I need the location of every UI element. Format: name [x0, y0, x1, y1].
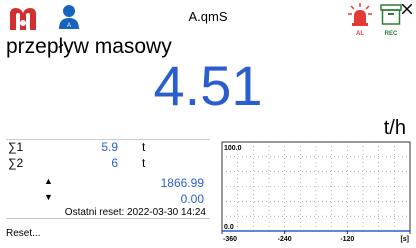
- trend-chart: 100.0 0.0 -360 -240 -120 [s]: [221, 141, 411, 243]
- sum1-row[interactable]: ∑1 5.9 t: [6, 140, 210, 155]
- record-indicator[interactable]: REC: [380, 2, 402, 37]
- x-tick-label: -360: [223, 236, 237, 243]
- sum1-value: 5.9: [101, 140, 118, 154]
- sum2-unit: t: [142, 156, 146, 170]
- reset-button[interactable]: Reset...: [6, 228, 40, 239]
- archive-box-icon: [380, 4, 402, 25]
- measurement-value: 4.51: [153, 54, 263, 117]
- x-tick-label: [s]: [400, 236, 409, 243]
- min-row: ▼ 0.00: [6, 192, 210, 207]
- divider: [6, 218, 210, 219]
- alarm-label: AL: [356, 31, 364, 37]
- max-row: ▲ 1866.99: [6, 176, 210, 191]
- x-tick-label: -240: [278, 236, 292, 243]
- measurement-unit: t/h: [383, 117, 406, 139]
- last-reset-info: Ostatni reset: 2022-03-30 14:24: [64, 207, 206, 218]
- min-value: 0.00: [180, 192, 204, 206]
- y-tick-label: 100.0: [224, 145, 242, 152]
- max-value: 1866.99: [160, 176, 204, 190]
- x-tick-label: -120: [340, 236, 354, 243]
- min-arrow-icon: ▼: [44, 192, 53, 202]
- sum2-row[interactable]: ∑2 6 t: [6, 156, 210, 171]
- max-arrow-icon: ▲: [44, 176, 53, 186]
- y-tick-label: 0.0: [224, 224, 234, 231]
- rec-label: REC: [384, 31, 398, 37]
- alarm-beacon-icon: [348, 3, 372, 26]
- measurement-name: przepływ masowy: [6, 35, 172, 58]
- sum1-unit: t: [142, 140, 146, 154]
- sum2-value: 6: [111, 156, 118, 170]
- sum1-symbol: ∑1: [8, 140, 24, 154]
- sum2-symbol: ∑2: [8, 156, 24, 170]
- close-icon[interactable]: [402, 4, 412, 14]
- alarm-indicator[interactable]: AL: [345, 2, 375, 37]
